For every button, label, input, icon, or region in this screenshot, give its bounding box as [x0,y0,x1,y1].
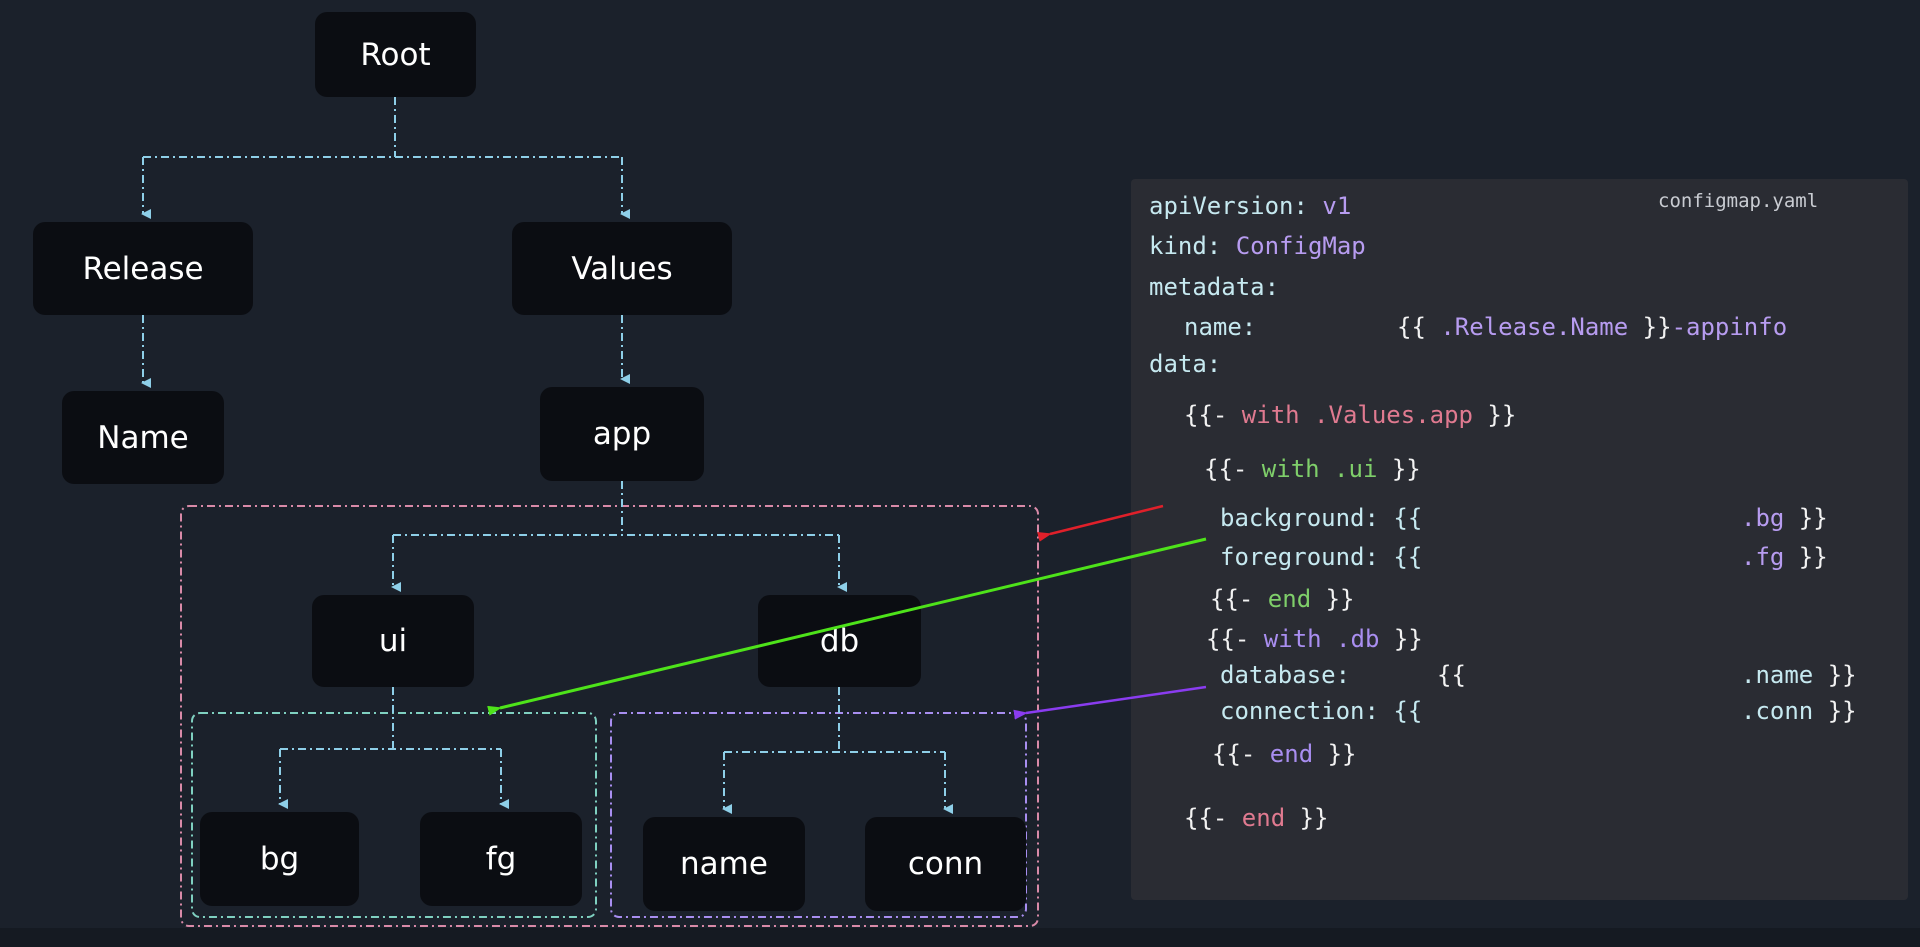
arrow-db [1013,685,1207,720]
arrow-ui [487,537,1207,716]
arrow-values-app [1037,504,1164,542]
mapping-arrows [487,504,1207,720]
